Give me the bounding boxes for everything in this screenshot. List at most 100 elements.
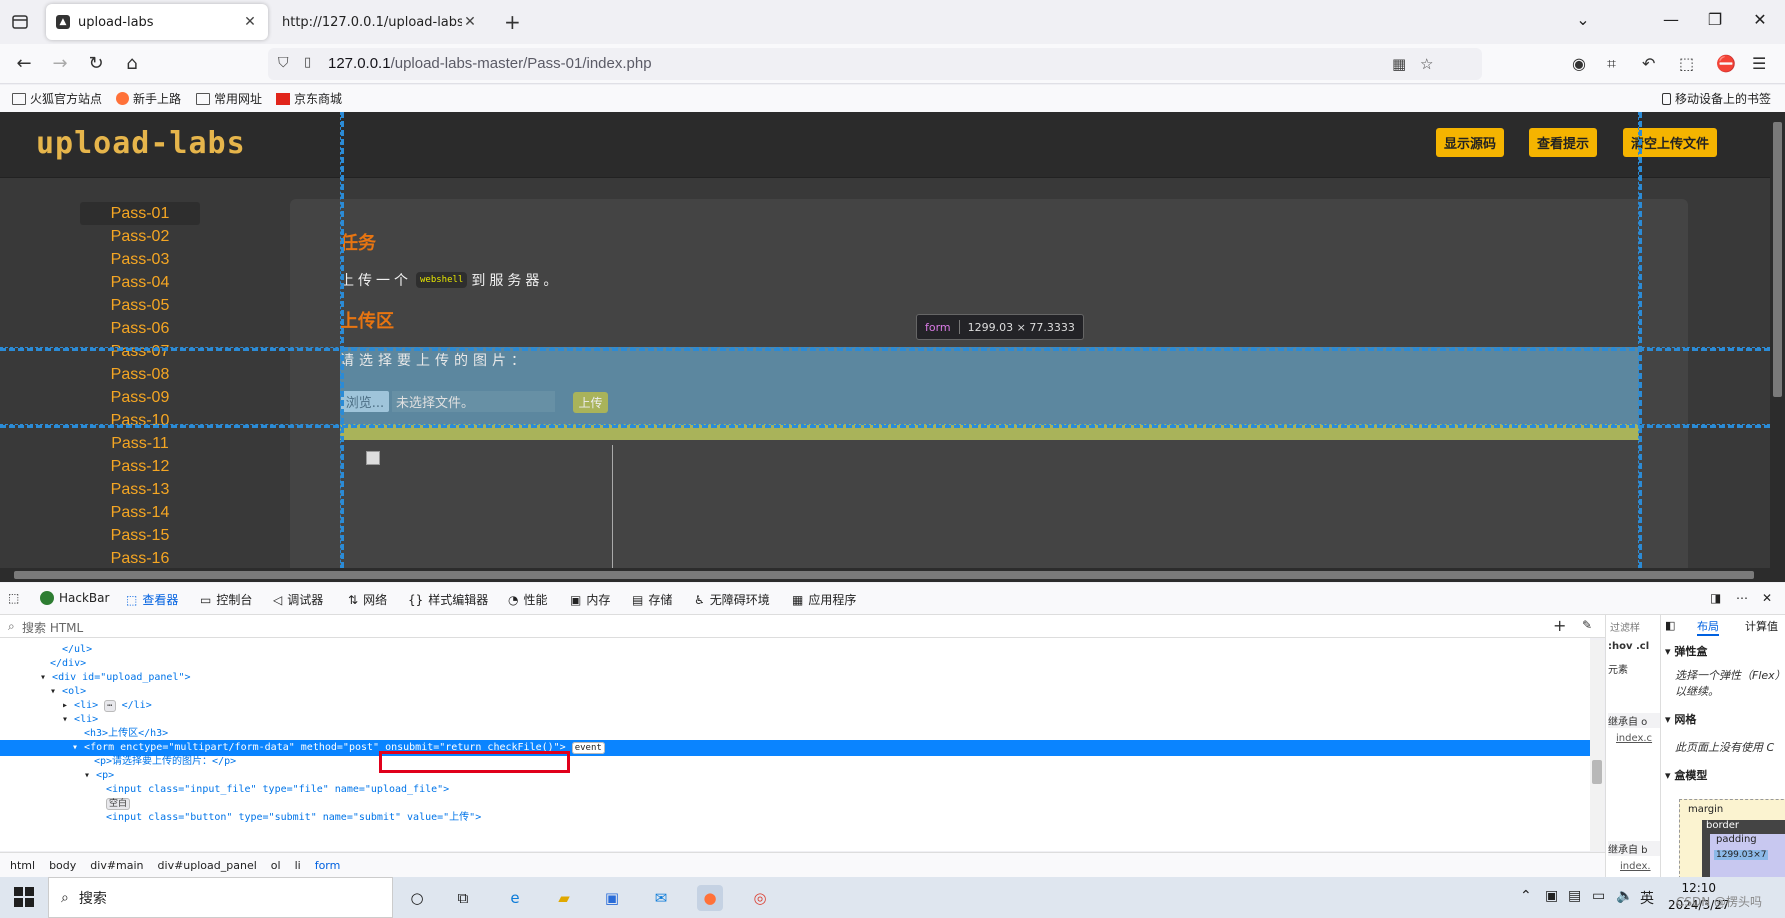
rules-filter[interactable]: 过滤样 (1610, 619, 1640, 634)
breadcrumb-item[interactable]: ol (271, 859, 281, 872)
eyedropper-icon[interactable]: ✎ (1582, 618, 1592, 632)
pass-item[interactable]: Pass-08 (80, 363, 200, 386)
layout-toggle-icon[interactable]: ◧ (1665, 619, 1675, 632)
hackbar-extension-icon[interactable]: ⛔ (1716, 54, 1736, 73)
page-vertical-scrollbar[interactable] (1770, 112, 1785, 568)
expand-arrow-icon[interactable]: ▾ (62, 714, 74, 725)
tab-upload-labs[interactable]: ▲ upload-labs ✕ (46, 4, 268, 40)
pass-item[interactable]: Pass-01 (80, 202, 200, 225)
breadcrumb-item-current[interactable]: form (315, 859, 341, 872)
pick-element-icon[interactable]: ⬚ (8, 591, 19, 605)
close-devtools-icon[interactable]: ✕ (1762, 591, 1772, 605)
flexbox-section[interactable]: ▾ 弹性盒 (1665, 643, 1707, 659)
account-icon[interactable]: ◉ (1572, 54, 1586, 73)
tab-style-editor[interactable]: {} 样式编辑器 (408, 591, 488, 608)
expand-arrow-icon[interactable]: ▾ (40, 672, 52, 683)
firefox-icon[interactable]: ● (697, 885, 723, 911)
pass-item[interactable]: Pass-12 (80, 455, 200, 478)
close-tab-icon[interactable]: ✕ (462, 14, 478, 30)
tab-hackbar[interactable]: HackBar (40, 591, 109, 605)
bookmark-item[interactable]: 常用网址 (196, 90, 262, 107)
menu-icon[interactable]: ☰ (1752, 54, 1766, 73)
pass-item[interactable]: Pass-02 (80, 225, 200, 248)
page-info-icon[interactable]: ▯ (304, 55, 311, 70)
tree-node[interactable]: <input class="button" type="submit" name… (0, 810, 1590, 826)
pass-item[interactable]: Pass-14 (80, 501, 200, 524)
grid-section[interactable]: ▾ 网格 (1665, 711, 1696, 727)
tab-performance[interactable]: ◔ 性能 (508, 591, 548, 608)
tab-list-icon[interactable] (10, 12, 30, 32)
tab-second[interactable]: http://127.0.0.1/upload-labs-mas ✕ (272, 4, 488, 40)
back-icon[interactable]: ← (12, 52, 36, 76)
pass-item[interactable]: Pass-15 (80, 524, 200, 547)
shield-icon[interactable]: ⛉ (278, 55, 289, 71)
cortana-icon[interactable]: ○ (404, 885, 430, 911)
restore-icon[interactable]: ❐ (1700, 10, 1730, 29)
scrollbar-thumb[interactable] (1592, 760, 1602, 784)
pass-item[interactable]: Pass-13 (80, 478, 200, 501)
expand-arrow-icon[interactable]: ▸ (62, 700, 74, 711)
site-logo[interactable]: upload-labs (36, 126, 246, 161)
more-options-icon[interactable]: ⋯ (1736, 591, 1748, 605)
close-tab-icon[interactable]: ✕ (242, 14, 258, 30)
chrome-icon[interactable]: ◎ (747, 885, 773, 911)
pass-item[interactable]: Pass-03 (80, 248, 200, 271)
upload-button[interactable]: 上传 (573, 392, 608, 413)
browse-button[interactable]: 浏览... (341, 391, 389, 412)
pass-item[interactable]: Pass-09 (80, 386, 200, 409)
breadcrumb-item[interactable]: body (49, 859, 76, 872)
tab-network[interactable]: ⇅ 网络 (348, 591, 387, 608)
edge-icon[interactable]: e (502, 885, 528, 911)
scrollbar-thumb[interactable] (1773, 122, 1782, 397)
expand-arrow-icon[interactable]: ▾ (50, 686, 62, 697)
stylesheet-link[interactable]: index.c (1616, 733, 1652, 744)
tab-storage[interactable]: ▤ 存储 (632, 591, 672, 608)
expand-arrow-icon[interactable]: ▾ (72, 742, 84, 753)
screenshot-icon[interactable]: ⌗ (1607, 54, 1616, 74)
mail-icon[interactable]: ✉ (648, 885, 674, 911)
dock-side-icon[interactable]: ◨ (1710, 591, 1721, 605)
breadcrumb-item[interactable]: div#upload_panel (158, 859, 257, 872)
chevron-down-icon[interactable]: ⌄ (1568, 10, 1598, 29)
breadcrumb-item[interactable]: html (10, 859, 35, 872)
ime-indicator[interactable]: 英 (1640, 888, 1654, 908)
new-tab-icon[interactable]: + (504, 10, 521, 34)
extensions-icon[interactable]: ⬚ (1679, 54, 1694, 73)
taskbar-search[interactable]: ⌕ 搜索 (48, 877, 393, 918)
qr-code-icon[interactable]: ▦ (1392, 55, 1406, 73)
pass-item[interactable]: Pass-10 (80, 409, 200, 432)
reload-icon[interactable]: ↻ (84, 52, 108, 76)
tab-inspector[interactable]: ⬚ 查看器 (126, 591, 179, 617)
add-node-icon[interactable]: + (1553, 616, 1566, 635)
tray-chevron-icon[interactable]: ⌃ (1520, 888, 1532, 904)
network-status-icon[interactable]: ▭ (1592, 888, 1605, 904)
mobile-bookmarks[interactable]: 移动设备上的书签 (1662, 90, 1771, 107)
stylesheet-link[interactable]: index. (1620, 861, 1651, 872)
pseudo-class-toggle[interactable]: :hov .cl (1608, 641, 1649, 652)
tab-memory[interactable]: ▣ 内存 (570, 591, 610, 608)
show-source-button[interactable]: 显示源码 (1436, 128, 1504, 157)
url-text[interactable]: 127.0.0.1/upload-labs-master/Pass-01/ind… (328, 55, 652, 72)
markup-scrollbar[interactable] (1590, 640, 1604, 851)
close-window-icon[interactable]: ✕ (1745, 10, 1775, 29)
tab-application[interactable]: ▦ 应用程序 (792, 591, 856, 608)
url-bar[interactable]: ⛉ ▯ 127.0.0.1/upload-labs-master/Pass-01… (268, 48, 1482, 80)
file-explorer-icon[interactable]: ▰ (551, 885, 577, 911)
breadcrumb-item[interactable]: li (295, 859, 301, 872)
minimize-icon[interactable]: — (1656, 10, 1686, 29)
view-hint-button[interactable]: 查看提示 (1529, 128, 1597, 157)
windows-start-icon[interactable] (14, 887, 34, 907)
event-badge[interactable]: event (571, 742, 605, 754)
store-icon[interactable]: ▣ (599, 885, 625, 911)
expand-arrow-icon[interactable]: ▾ (84, 770, 96, 781)
tray-app-icon[interactable]: ▤ (1568, 888, 1581, 904)
page-horizontal-scrollbar[interactable] (0, 568, 1785, 582)
pass-item[interactable]: Pass-16 (80, 547, 200, 568)
undo-icon[interactable]: ↶ (1642, 54, 1655, 73)
tab-accessibility[interactable]: ♿ 无障碍环境 (694, 591, 770, 608)
collapsed-badge[interactable]: ⋯ (104, 700, 116, 712)
task-view-icon[interactable]: ⧉ (450, 885, 476, 911)
pass-item[interactable]: Pass-06 (80, 317, 200, 340)
box-model-section[interactable]: ▾ 盒模型 (1665, 767, 1707, 783)
tab-debugger[interactable]: ◁ 调试器 (273, 591, 323, 608)
